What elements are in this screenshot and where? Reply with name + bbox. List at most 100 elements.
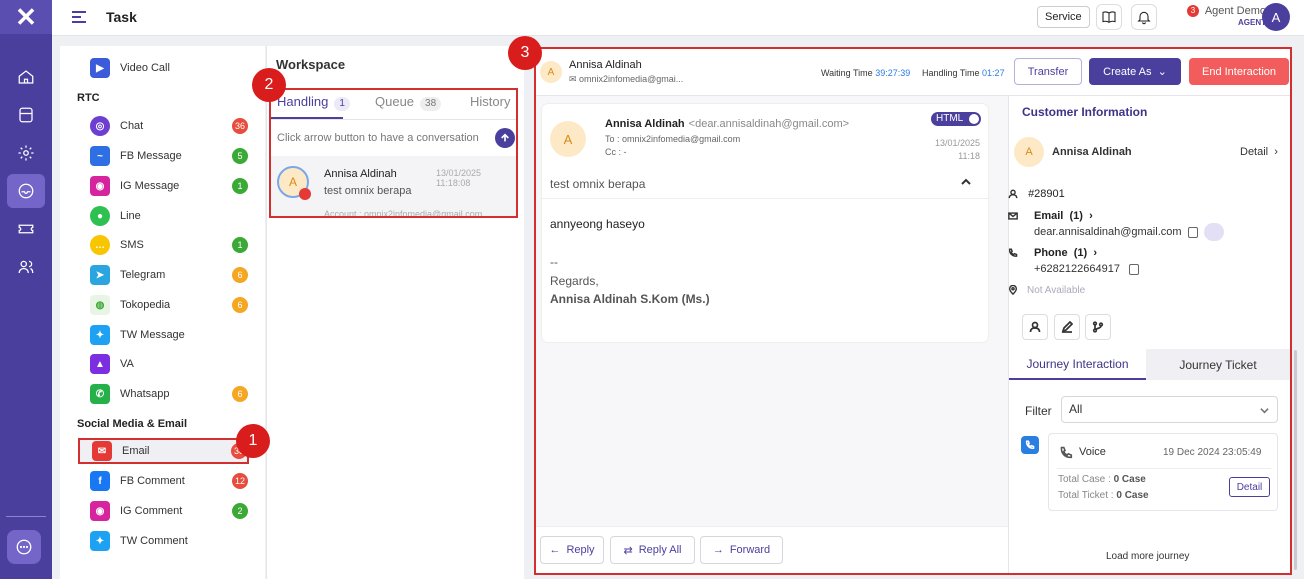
tab-handling[interactable]: Handling 1 bbox=[277, 94, 350, 111]
channel-badge: 6 bbox=[232, 267, 248, 283]
channel-line[interactable]: ● Line bbox=[90, 205, 248, 227]
end-interaction-button[interactable]: End Interaction bbox=[1189, 58, 1289, 85]
channel-fb-message[interactable]: ~ FB Message 5 bbox=[90, 145, 248, 167]
handling-label: Handling Time bbox=[922, 68, 980, 78]
chat-bubble-icon bbox=[16, 539, 32, 555]
channel-label: SMS bbox=[120, 239, 144, 251]
total-case-value: 0 Case bbox=[1113, 474, 1146, 485]
chevron-right-icon: › bbox=[1093, 247, 1097, 259]
journey-filter-select[interactable]: All bbox=[1061, 396, 1278, 423]
twitter-icon: ✦ bbox=[90, 531, 110, 551]
channel-badge: 6 bbox=[232, 297, 248, 313]
email-time: 11:18 bbox=[958, 151, 980, 161]
reply-button[interactable]: ← Reply bbox=[540, 536, 604, 564]
chevron-down-icon: ⌄ bbox=[1157, 66, 1167, 78]
tab-journey-ticket[interactable]: Journey Ticket bbox=[1146, 349, 1290, 380]
channel-ig-comment[interactable]: ◉ IG Comment 2 bbox=[90, 500, 248, 522]
chevron-right-icon: › bbox=[1089, 210, 1093, 222]
scrollbar[interactable] bbox=[1294, 350, 1297, 570]
phone-row-icon bbox=[1008, 247, 1018, 259]
home-nav[interactable] bbox=[7, 60, 45, 94]
conversation-preview: test omnix berapa bbox=[324, 185, 412, 197]
task-nav[interactable] bbox=[7, 174, 45, 208]
users-icon bbox=[18, 260, 34, 274]
tab-history[interactable]: History bbox=[470, 94, 510, 109]
channel-email[interactable]: ✉ Email 38 bbox=[78, 438, 249, 464]
service-button[interactable]: Service bbox=[1037, 6, 1090, 28]
channel-telegram[interactable]: ➤ Telegram 6 bbox=[90, 264, 248, 286]
chat-support-button[interactable] bbox=[7, 530, 41, 564]
customer-detail-link[interactable]: Detail › bbox=[1240, 146, 1278, 158]
instagram-icon: ◉ bbox=[90, 176, 110, 196]
twitter-icon: ✦ bbox=[90, 325, 110, 345]
channel-tw-message[interactable]: ✦ TW Message bbox=[90, 324, 248, 346]
channel-label: FB Message bbox=[120, 150, 182, 162]
sms-icon: … bbox=[90, 235, 110, 255]
messenger-icon: ~ bbox=[90, 146, 110, 166]
active-tab-indicator bbox=[271, 117, 343, 119]
collapse-button[interactable] bbox=[960, 176, 974, 190]
channel-ig-message[interactable]: ◉ IG Message 1 bbox=[90, 175, 248, 197]
channel-tw-comment[interactable]: ✦ TW Comment bbox=[90, 530, 248, 552]
channel-badge: 6 bbox=[232, 386, 248, 402]
profile-action-button[interactable] bbox=[1022, 314, 1048, 340]
conversation-item[interactable]: A Annisa Aldinah 13/01/2025 11:18:08 tes… bbox=[271, 156, 516, 216]
channel-whatsapp[interactable]: ✆ Whatsapp 6 bbox=[90, 383, 248, 405]
agent-role: AGENT bbox=[1238, 18, 1266, 27]
reply-all-button[interactable]: ⇄ Reply All bbox=[610, 536, 695, 564]
email-to: To : omnix2infomedia@gmail.com bbox=[605, 134, 741, 144]
copy-icon[interactable] bbox=[1188, 227, 1198, 238]
users-nav[interactable] bbox=[7, 250, 45, 284]
send-email-chip[interactable] bbox=[1204, 223, 1224, 241]
menu-toggle-icon[interactable] bbox=[72, 11, 86, 26]
knowledge-base-button[interactable] bbox=[1096, 4, 1122, 30]
customer-id-row: #28901 bbox=[1008, 188, 1065, 200]
waiting-label: Waiting Time bbox=[821, 68, 873, 78]
workspace-title: Workspace bbox=[276, 57, 346, 72]
channel-chat[interactable]: ◎ Chat 36 bbox=[90, 115, 248, 137]
channel-badge: 1 bbox=[232, 178, 248, 194]
channel-sms[interactable]: … SMS 1 bbox=[90, 234, 248, 256]
tab-queue[interactable]: Queue 38 bbox=[375, 94, 442, 111]
email-section-toggle[interactable]: Email (1) › bbox=[1034, 210, 1093, 222]
globe-icon: ◎ bbox=[90, 116, 110, 136]
tab-journey-interaction[interactable]: Journey Interaction bbox=[1009, 349, 1146, 380]
channel-tokopedia[interactable]: ◍ Tokopedia 6 bbox=[90, 294, 248, 316]
merge-action-button[interactable] bbox=[1085, 314, 1111, 340]
channel-fb-comment[interactable]: f FB Comment 12 bbox=[90, 470, 248, 492]
phone-section-toggle[interactable]: Phone (1) › bbox=[1034, 247, 1097, 259]
chevron-up-icon bbox=[961, 178, 971, 185]
forward-button[interactable]: → Forward bbox=[700, 536, 783, 564]
load-more-journey-link[interactable]: Load more journey bbox=[1106, 551, 1189, 562]
email-label: Email bbox=[1034, 210, 1064, 222]
pick-conversation-button[interactable] bbox=[495, 128, 515, 148]
gear-icon bbox=[18, 145, 34, 161]
reply-all-icon: ⇄ bbox=[623, 544, 633, 557]
warning-triangle-icon: ▲ bbox=[90, 354, 110, 374]
customer-phone: +6282122664917 bbox=[1034, 263, 1120, 275]
journey-detail-button[interactable]: Detail bbox=[1229, 477, 1270, 497]
agent-avatar[interactable]: A bbox=[1262, 3, 1290, 31]
channel-label: Whatsapp bbox=[120, 388, 170, 400]
channel-label: Chat bbox=[120, 120, 144, 132]
conversation-name: Annisa Aldinah bbox=[324, 168, 397, 180]
copy-icon[interactable] bbox=[1129, 264, 1139, 275]
phone-icon bbox=[1008, 248, 1018, 257]
mail-icon: ✉ bbox=[92, 441, 112, 461]
channel-video-call[interactable]: ▶ Video Call bbox=[90, 57, 248, 79]
handling-time: Handling Time 01:27 bbox=[922, 68, 1005, 78]
customer-email: dear.annisaldinah@gmail.com bbox=[1034, 226, 1182, 238]
notification-button[interactable] bbox=[1131, 4, 1157, 30]
rail-divider bbox=[6, 516, 46, 517]
ticket-nav[interactable] bbox=[7, 212, 45, 246]
settings-nav[interactable] bbox=[7, 136, 45, 170]
app-logo[interactable]: ✕ bbox=[0, 0, 52, 34]
channel-label: FB Comment bbox=[120, 475, 185, 487]
create-as-button[interactable]: Create As ⌄ bbox=[1089, 58, 1181, 85]
conversation-time: 13/01/2025 11:18:08 bbox=[436, 168, 482, 188]
transfer-button[interactable]: Transfer bbox=[1014, 58, 1082, 85]
channel-va[interactable]: ▲ VA bbox=[90, 353, 248, 375]
database-nav[interactable] bbox=[7, 98, 45, 132]
edit-action-button[interactable] bbox=[1054, 314, 1080, 340]
html-toggle[interactable]: HTML bbox=[931, 112, 981, 126]
